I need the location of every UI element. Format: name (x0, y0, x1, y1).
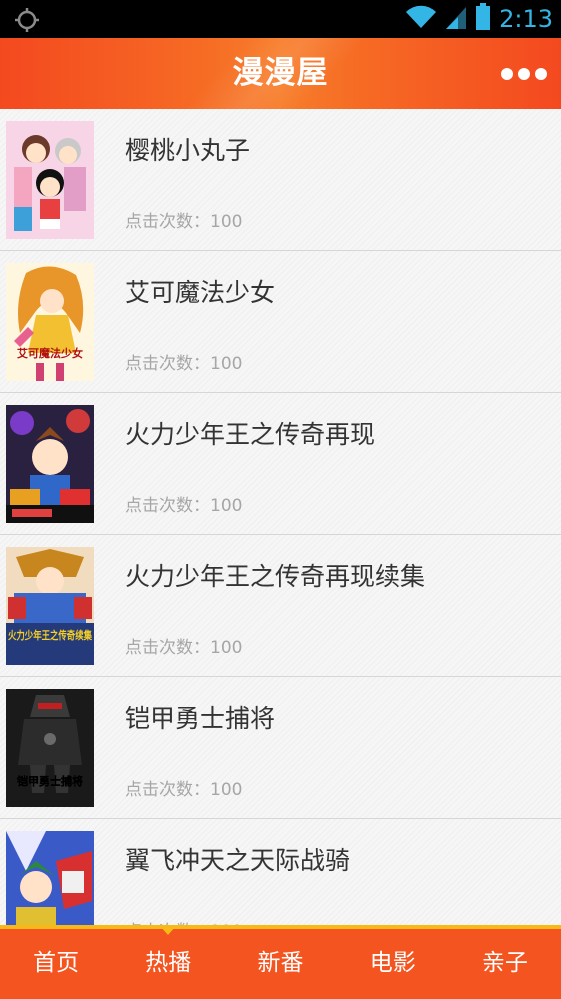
dot-icon (535, 68, 547, 80)
list-item[interactable]: 樱桃小丸子 点击次数：100 (0, 109, 561, 251)
app-header: 漫漫屋 (0, 38, 561, 109)
page-title: 漫漫屋 (232, 55, 329, 91)
thumbnail-caption: 火力少年王之传奇续集 (8, 628, 93, 642)
thumbnail-image: 艾可魔法少女 (6, 263, 94, 381)
item-click-count: 点击次数：100 (125, 496, 243, 516)
tab-hot[interactable]: 热播 (112, 925, 224, 999)
item-click-count: 点击次数：100 (125, 780, 243, 800)
item-title: 火力少年王之传奇再现 (125, 420, 376, 449)
thumbnail-image (6, 405, 94, 523)
anime-list[interactable]: 樱桃小丸子 点击次数：100 艾可魔法少女 艾可魔法少女 点击次数：100 火力… (0, 109, 561, 930)
list-item[interactable]: 火力少年王之传奇再现 点击次数：100 (0, 393, 561, 535)
gps-icon (14, 7, 40, 33)
item-title: 樱桃小丸子 (125, 136, 251, 165)
thumbnail-image: 铠甲勇士捕将 (6, 689, 94, 807)
battery-icon (475, 3, 491, 35)
item-click-count: 点击次数：100 (125, 638, 243, 658)
clock: 2:13 (499, 5, 553, 33)
list-item[interactable]: 铠甲勇士捕将 铠甲勇士捕将 点击次数：100 (0, 677, 561, 819)
thumbnail-caption: 铠甲勇士捕将 (16, 774, 83, 788)
dot-icon (501, 68, 513, 80)
list-item[interactable]: 翼飞冲天之天际战骑 点击次数：100 (0, 819, 561, 930)
list-item[interactable]: 艾可魔法少女 艾可魔法少女 点击次数：100 (0, 251, 561, 393)
item-title: 翼飞冲天之天际战骑 (125, 846, 351, 875)
thumbnail-image (6, 831, 94, 930)
bottom-nav: 首页 热播 新番 电影 亲子 (0, 925, 561, 999)
wifi-icon (405, 4, 437, 34)
more-options-button[interactable] (501, 62, 547, 86)
item-title: 艾可魔法少女 (125, 278, 276, 307)
list-item[interactable]: 火力少年王之传奇续集 火力少年王之传奇再现续集 点击次数：100 (0, 535, 561, 677)
item-title: 铠甲勇士捕将 (125, 704, 276, 733)
tab-kids[interactable]: 亲子 (449, 929, 561, 999)
tab-new[interactable]: 新番 (224, 929, 336, 999)
tab-home[interactable]: 首页 (0, 929, 112, 999)
dot-icon (518, 68, 530, 80)
status-bar: 2:13 (0, 0, 561, 38)
signal-icon (445, 4, 467, 34)
item-title: 火力少年王之传奇再现续集 (125, 562, 426, 591)
thumbnail-caption: 艾可魔法少女 (17, 346, 83, 360)
thumbnail-image (6, 121, 94, 239)
tab-movies[interactable]: 电影 (337, 929, 449, 999)
item-click-count: 点击次数：100 (125, 354, 243, 374)
item-click-count: 点击次数：100 (125, 212, 243, 232)
thumbnail-image: 火力少年王之传奇续集 (6, 547, 94, 665)
